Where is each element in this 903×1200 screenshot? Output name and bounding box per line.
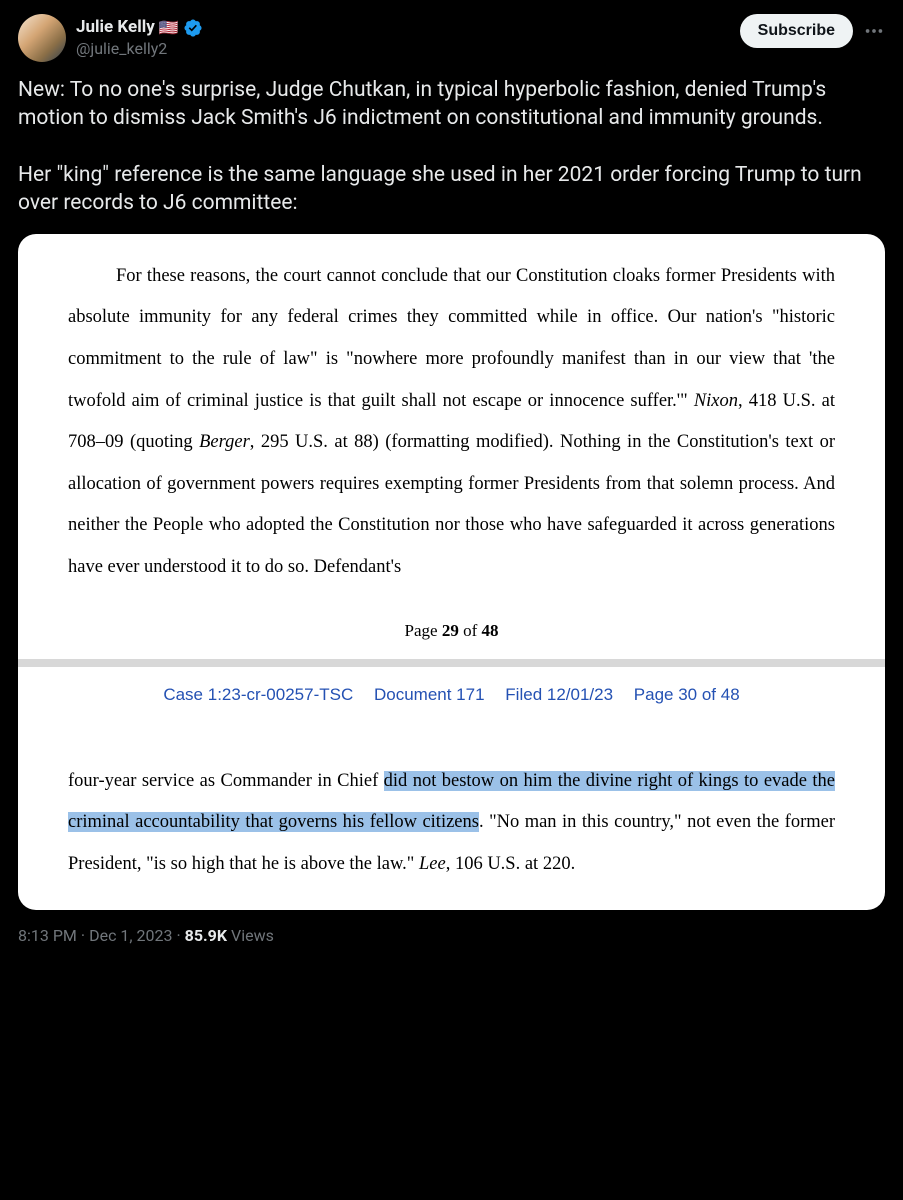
name-block: Julie Kelly 🇺🇸 @julie_kelly2 (76, 17, 203, 58)
page-total: 48 (481, 621, 498, 640)
tweet-time[interactable]: 8:13 PM (18, 926, 77, 945)
tweet-text: New: To no one's surprise, Judge Chutkan… (18, 76, 885, 218)
display-name: Julie Kelly (76, 17, 155, 38)
page-info: Page 30 of 48 (634, 685, 740, 704)
case-header: Case 1:23-cr-00257-TSC Document 171 File… (18, 667, 885, 713)
page-marker: Page 29 of 48 (18, 617, 885, 659)
tweet-header: Julie Kelly 🇺🇸 @julie_kelly2 Subscribe (18, 14, 885, 62)
subscribe-button[interactable]: Subscribe (740, 14, 853, 48)
user-block[interactable]: Julie Kelly 🇺🇸 @julie_kelly2 (18, 14, 203, 62)
attached-document-image[interactable]: For these reasons, the court cannot conc… (18, 234, 885, 910)
flag-emoji: 🇺🇸 (159, 18, 179, 38)
page-current: 29 (442, 621, 459, 640)
tweet-date[interactable]: Dec 1, 2023 (89, 926, 172, 945)
page-of: of (459, 621, 482, 640)
berger-citation-name: Berger (199, 432, 250, 452)
document-page-29: For these reasons, the court cannot conc… (18, 234, 885, 617)
views-label: Views (227, 926, 274, 945)
verified-badge-icon (183, 18, 203, 38)
document-number: Document 171 (374, 685, 485, 704)
user-handle[interactable]: @julie_kelly2 (76, 39, 203, 59)
document-page-30: four-year service as Commander in Chief … (18, 713, 885, 910)
page-prefix: Page (405, 621, 442, 640)
page-divider (18, 659, 885, 667)
nixon-citation-name: Nixon (694, 391, 738, 411)
tweet-meta: 8:13 PM·Dec 1, 2023·85.9K Views (18, 924, 885, 945)
filed-date: Filed 12/01/23 (505, 685, 613, 704)
doc-text-pre-nixon: For these reasons, the court cannot conc… (68, 266, 835, 411)
display-name-row[interactable]: Julie Kelly 🇺🇸 (76, 17, 203, 38)
avatar[interactable] (18, 14, 66, 62)
more-icon[interactable] (863, 20, 885, 42)
views-count: 85.9K (185, 926, 227, 945)
doc-text-pre-highlight: four-year service as Commander in Chief (68, 771, 384, 791)
berger-citation-rest: , 295 U.S. at 88) (formatting modified).… (68, 432, 835, 577)
lee-citation-rest: , 106 U.S. at 220. (446, 854, 576, 874)
header-actions: Subscribe (740, 14, 885, 48)
lee-citation-name: Lee (419, 854, 446, 874)
case-number: Case 1:23-cr-00257-TSC (163, 685, 353, 704)
